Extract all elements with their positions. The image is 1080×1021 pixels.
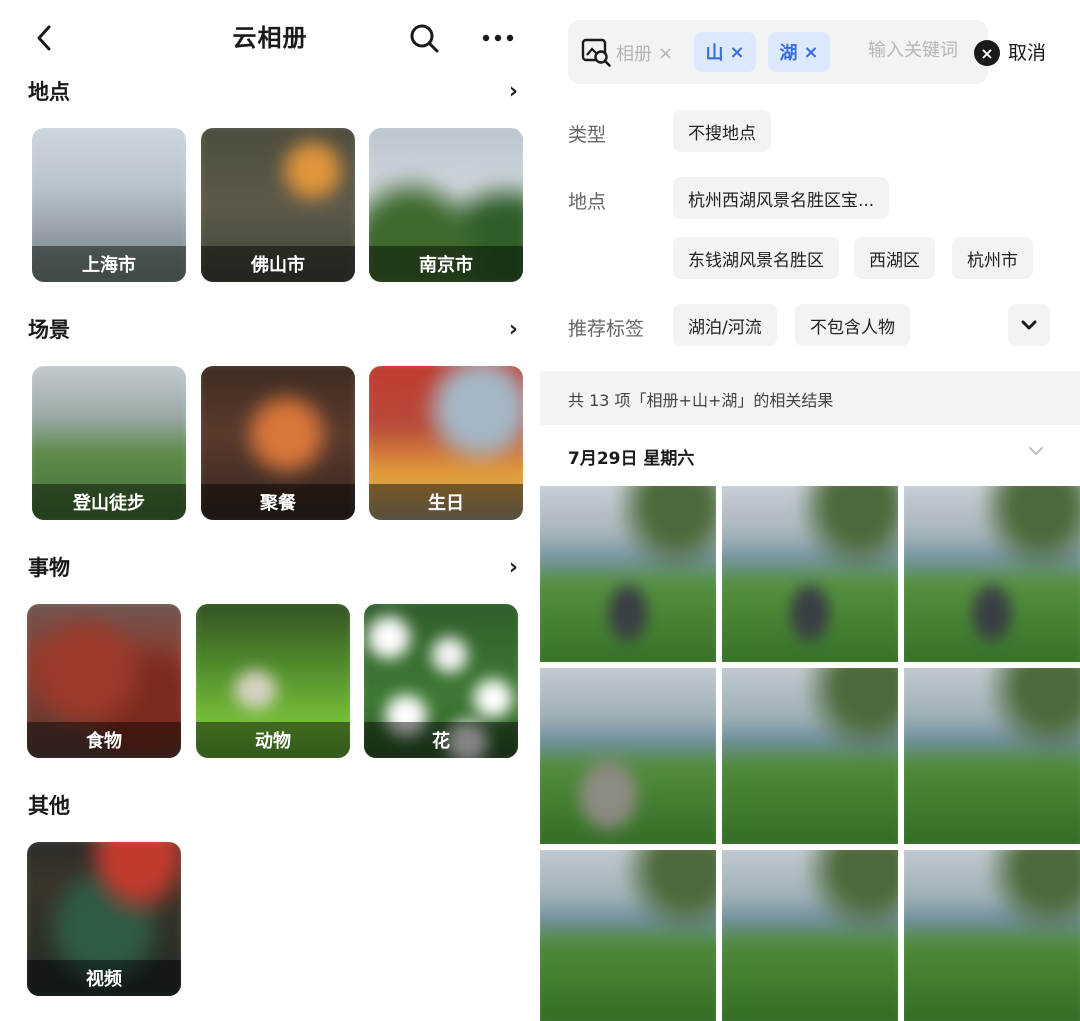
section-other-header: 其他 bbox=[28, 788, 518, 822]
filter-chip-no-place[interactable]: 不搜地点 bbox=[673, 110, 771, 152]
search-icon bbox=[410, 24, 439, 53]
album-tile-animal[interactable]: 动物 bbox=[196, 604, 350, 758]
filter-chip-place[interactable]: 杭州西湖风景名胜区宝... bbox=[673, 177, 890, 219]
photo-image bbox=[540, 850, 716, 1021]
date-group-header[interactable]: 7月29日 星期六 bbox=[540, 430, 1080, 482]
photo-thumbnail[interactable] bbox=[904, 850, 1080, 1021]
filter-chip-place[interactable]: 杭州市 bbox=[952, 237, 1033, 279]
photo-thumbnail[interactable] bbox=[540, 850, 716, 1021]
chevron-right-icon: › bbox=[508, 316, 518, 342]
chevron-right-icon: › bbox=[508, 78, 518, 104]
filter-label-tags: 推荐标签 bbox=[568, 318, 645, 340]
search-results-panel: 相册 × 山 × 湖 × × 取消 类型 不搜地点 地点 杭州西湖风景名胜区宝.… bbox=[540, 0, 1080, 1021]
photo-thumbnail[interactable] bbox=[722, 850, 898, 1021]
photo-image bbox=[722, 850, 898, 1021]
expand-tags-button[interactable] bbox=[1008, 304, 1050, 346]
section-things-header[interactable]: 事物 › bbox=[28, 550, 518, 584]
page-title: 云相册 bbox=[232, 24, 308, 52]
section-places-header[interactable]: 地点 › bbox=[28, 74, 518, 108]
section-scenes-header[interactable]: 场景 › bbox=[28, 312, 518, 346]
cloud-album-panel: 云相册 地点 › 上海市 佛山市 南京市 场景 › 登山徒步 聚餐 生日 事物 … bbox=[0, 0, 540, 1021]
photo-image bbox=[904, 850, 1080, 1021]
photo-thumbnail[interactable] bbox=[722, 668, 898, 844]
photo-thumbnail[interactable] bbox=[540, 668, 716, 844]
album-tile-nanjing[interactable]: 南京市 bbox=[369, 128, 523, 282]
section-title: 事物 bbox=[28, 556, 70, 580]
date-label: 7月29日 星期六 bbox=[568, 449, 695, 469]
results-summary-bar: 共 13 项「相册+山+湖」的相关结果 bbox=[540, 371, 1080, 425]
search-bar[interactable]: 相册 × 山 × 湖 × × bbox=[568, 20, 1000, 84]
album-label: 花 bbox=[364, 722, 518, 758]
chip-label: 相册 bbox=[616, 44, 652, 65]
chevron-right-icon: › bbox=[508, 554, 518, 580]
close-x-icon[interactable]: × bbox=[658, 43, 673, 64]
album-tile-dinner[interactable]: 聚餐 bbox=[201, 366, 355, 520]
album-label: 视频 bbox=[27, 960, 181, 996]
album-label: 聚餐 bbox=[201, 484, 355, 520]
album-label: 上海市 bbox=[32, 246, 186, 282]
chevron-down-icon bbox=[1029, 447, 1043, 455]
photo-image bbox=[540, 486, 716, 662]
album-tile-hiking[interactable]: 登山徒步 bbox=[32, 366, 186, 520]
search-button[interactable] bbox=[404, 18, 444, 58]
photo-grid bbox=[540, 486, 1080, 1021]
more-button[interactable] bbox=[478, 22, 518, 54]
album-tile-birthday[interactable]: 生日 bbox=[369, 366, 523, 520]
filter-chip-tag[interactable]: 湖泊/河流 bbox=[673, 304, 777, 346]
section-title: 场景 bbox=[28, 318, 70, 342]
back-arrow-icon bbox=[37, 25, 51, 51]
cancel-button[interactable]: 取消 bbox=[1008, 38, 1046, 65]
album-tile-shanghai[interactable]: 上海市 bbox=[32, 128, 186, 282]
photo-image bbox=[540, 668, 716, 844]
album-scope-chip[interactable]: 相册 × bbox=[616, 40, 673, 66]
album-tile-video[interactable]: 视频 bbox=[27, 842, 181, 996]
clear-icon[interactable]: × bbox=[974, 40, 1000, 66]
album-label: 佛山市 bbox=[201, 246, 355, 282]
section-title: 其他 bbox=[28, 794, 70, 818]
album-label: 食物 bbox=[27, 722, 181, 758]
chevron-down-icon bbox=[1021, 320, 1037, 330]
more-icon bbox=[482, 34, 514, 42]
close-x-icon[interactable]: × bbox=[803, 42, 818, 63]
chip-label: 山 bbox=[705, 43, 724, 64]
album-tile-foshan[interactable]: 佛山市 bbox=[201, 128, 355, 282]
album-tile-food[interactable]: 食物 bbox=[27, 604, 181, 758]
keyword-chip-lake[interactable]: 湖 × bbox=[768, 32, 830, 72]
filter-chip-place[interactable]: 西湖区 bbox=[854, 237, 935, 279]
photo-thumbnail[interactable] bbox=[904, 668, 1080, 844]
image-search-icon[interactable] bbox=[580, 36, 612, 68]
filter-label-place: 地点 bbox=[568, 191, 607, 213]
photo-image bbox=[904, 668, 1080, 844]
chip-label: 湖 bbox=[779, 43, 798, 64]
photo-image bbox=[722, 668, 898, 844]
photo-thumbnail[interactable] bbox=[722, 486, 898, 662]
filter-chip-tag[interactable]: 不包含人物 bbox=[795, 304, 910, 346]
search-input[interactable] bbox=[868, 40, 958, 61]
results-count-text: 共 13 项「相册+山+湖」的相关结果 bbox=[568, 391, 834, 410]
album-label: 动物 bbox=[196, 722, 350, 758]
album-label: 南京市 bbox=[369, 246, 523, 282]
keyword-chip-mountain[interactable]: 山 × bbox=[694, 32, 756, 72]
section-title: 地点 bbox=[28, 80, 70, 104]
filter-label-type: 类型 bbox=[568, 124, 607, 146]
close-x-icon[interactable]: × bbox=[729, 42, 744, 63]
photo-thumbnail[interactable] bbox=[540, 486, 716, 662]
back-button[interactable] bbox=[26, 20, 62, 56]
album-label: 登山徒步 bbox=[32, 484, 186, 520]
filter-chip-place[interactable]: 东钱湖风景名胜区 bbox=[673, 237, 839, 279]
top-bar: 云相册 bbox=[0, 0, 540, 76]
photo-image bbox=[722, 486, 898, 662]
photo-image bbox=[904, 486, 1080, 662]
photo-thumbnail[interactable] bbox=[904, 486, 1080, 662]
album-label: 生日 bbox=[369, 484, 523, 520]
album-tile-flower[interactable]: 花 bbox=[364, 604, 518, 758]
